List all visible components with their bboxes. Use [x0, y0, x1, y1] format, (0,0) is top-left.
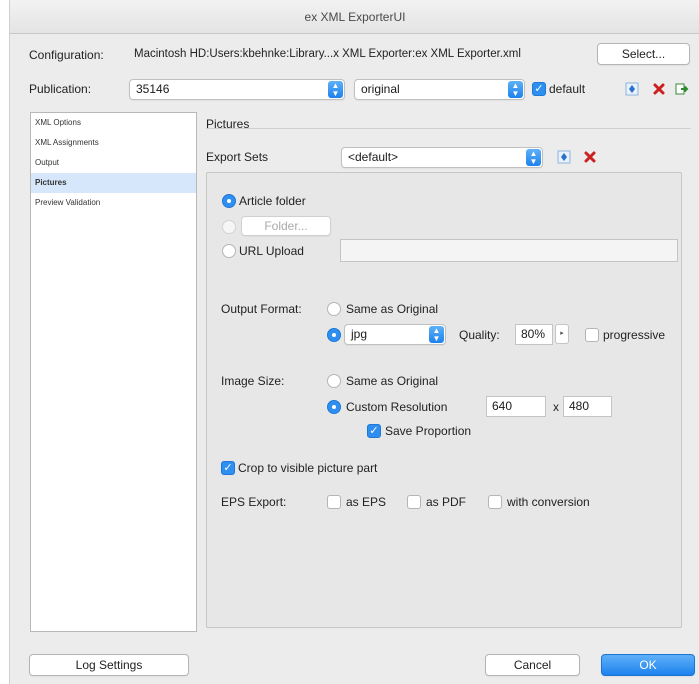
- sidebar-item-preview-validation[interactable]: Preview Validation: [31, 193, 196, 213]
- default-checkbox[interactable]: ✓: [532, 82, 546, 96]
- with-conversion-label: with conversion: [507, 495, 590, 509]
- log-settings-button[interactable]: Log Settings: [29, 654, 189, 676]
- folder-radio[interactable]: [222, 220, 236, 234]
- add-publication-icon[interactable]: [625, 82, 639, 96]
- output-format-same-radio[interactable]: [327, 302, 341, 316]
- export-sets-select[interactable]: <default> ▲ ▼: [341, 147, 543, 168]
- window-title: ex XML ExporterUI: [304, 10, 406, 24]
- save-proportion-label: Save Proportion: [385, 424, 472, 438]
- quality-label: Quality:: [459, 328, 500, 342]
- publication-id-select[interactable]: 35146 ▲ ▼: [129, 79, 345, 100]
- export-sets-label: Export Sets: [206, 150, 269, 164]
- custom-resolution-label: Custom Resolution: [346, 400, 448, 414]
- chevron-updown-icon: ▲ ▼: [508, 81, 523, 98]
- exporter-window: ex XML ExporterUI Configuration: Macinto…: [9, 0, 699, 684]
- eps-export-label: EPS Export:: [221, 495, 287, 509]
- save-proportion-checkbox[interactable]: ✓: [367, 424, 381, 438]
- url-upload-label: URL Upload: [239, 244, 304, 258]
- publication-version-value: original: [361, 82, 400, 96]
- select-configuration-button[interactable]: Select...: [597, 43, 690, 65]
- add-export-set-icon[interactable]: [557, 150, 571, 164]
- image-size-same-label: Same as Original: [346, 374, 439, 388]
- publication-id-value: 35146: [136, 82, 170, 96]
- sidebar-item-xml-options[interactable]: XML Options: [31, 113, 196, 133]
- article-folder-radio[interactable]: [222, 194, 236, 208]
- as-eps-label: as EPS: [346, 495, 387, 509]
- sidebar-item-xml-assignments[interactable]: XML Assignments: [31, 133, 196, 153]
- chevron-updown-icon: ▲ ▼: [328, 81, 343, 98]
- as-pdf-checkbox[interactable]: [407, 495, 421, 509]
- article-folder-label: Article folder: [239, 194, 306, 208]
- progressive-checkbox[interactable]: [585, 328, 599, 342]
- crop-checkbox[interactable]: ✓: [221, 461, 235, 475]
- section-divider: [206, 128, 691, 129]
- resolution-separator: x: [553, 400, 559, 414]
- as-eps-checkbox[interactable]: [327, 495, 341, 509]
- resolution-height-field[interactable]: 480: [563, 396, 612, 417]
- export-publication-icon[interactable]: [675, 82, 689, 96]
- configuration-path: Macintosh HD:Users:kbehnke:Library...x X…: [134, 48, 521, 60]
- progressive-label: progressive: [603, 328, 666, 342]
- as-pdf-label: as PDF: [426, 495, 467, 509]
- format-value: jpg: [351, 327, 368, 341]
- delete-export-set-icon[interactable]: [583, 150, 597, 164]
- crop-label: Crop to visible picture part: [238, 461, 378, 475]
- chevron-updown-icon: ▲ ▼: [429, 326, 444, 343]
- default-label: default: [549, 82, 586, 96]
- with-conversion-checkbox[interactable]: [488, 495, 502, 509]
- title-bar: ex XML ExporterUI: [10, 0, 699, 34]
- sidebar-item-output[interactable]: Output: [31, 153, 196, 173]
- export-sets-value: <default>: [348, 150, 399, 164]
- format-select[interactable]: jpg ▲ ▼: [344, 324, 446, 345]
- image-size-same-radio[interactable]: [327, 374, 341, 388]
- quality-field[interactable]: 80%: [515, 324, 553, 345]
- chevron-updown-icon: ▲ ▼: [526, 149, 541, 166]
- output-format-same-label: Same as Original: [346, 302, 439, 316]
- url-upload-radio[interactable]: [222, 244, 236, 258]
- publication-label: Publication:: [29, 82, 92, 96]
- image-size-label: Image Size:: [221, 374, 285, 388]
- cancel-button[interactable]: Cancel: [485, 654, 580, 676]
- output-format-label: Output Format:: [221, 302, 302, 316]
- resolution-width-field[interactable]: 640: [486, 396, 546, 417]
- delete-publication-icon[interactable]: [652, 82, 666, 96]
- publication-version-select[interactable]: original ▲ ▼: [354, 79, 525, 100]
- settings-sidebar: XML Options XML Assignments Output Pictu…: [30, 112, 197, 632]
- quality-stepper[interactable]: ▸: [555, 324, 569, 344]
- url-upload-field[interactable]: [340, 239, 678, 262]
- output-format-custom-radio[interactable]: [327, 328, 341, 342]
- custom-resolution-radio[interactable]: [327, 400, 341, 414]
- ok-button[interactable]: OK: [601, 654, 695, 676]
- folder-button[interactable]: Folder...: [241, 216, 331, 236]
- configuration-label: Configuration:: [29, 48, 104, 62]
- sidebar-item-pictures[interactable]: Pictures: [31, 173, 196, 193]
